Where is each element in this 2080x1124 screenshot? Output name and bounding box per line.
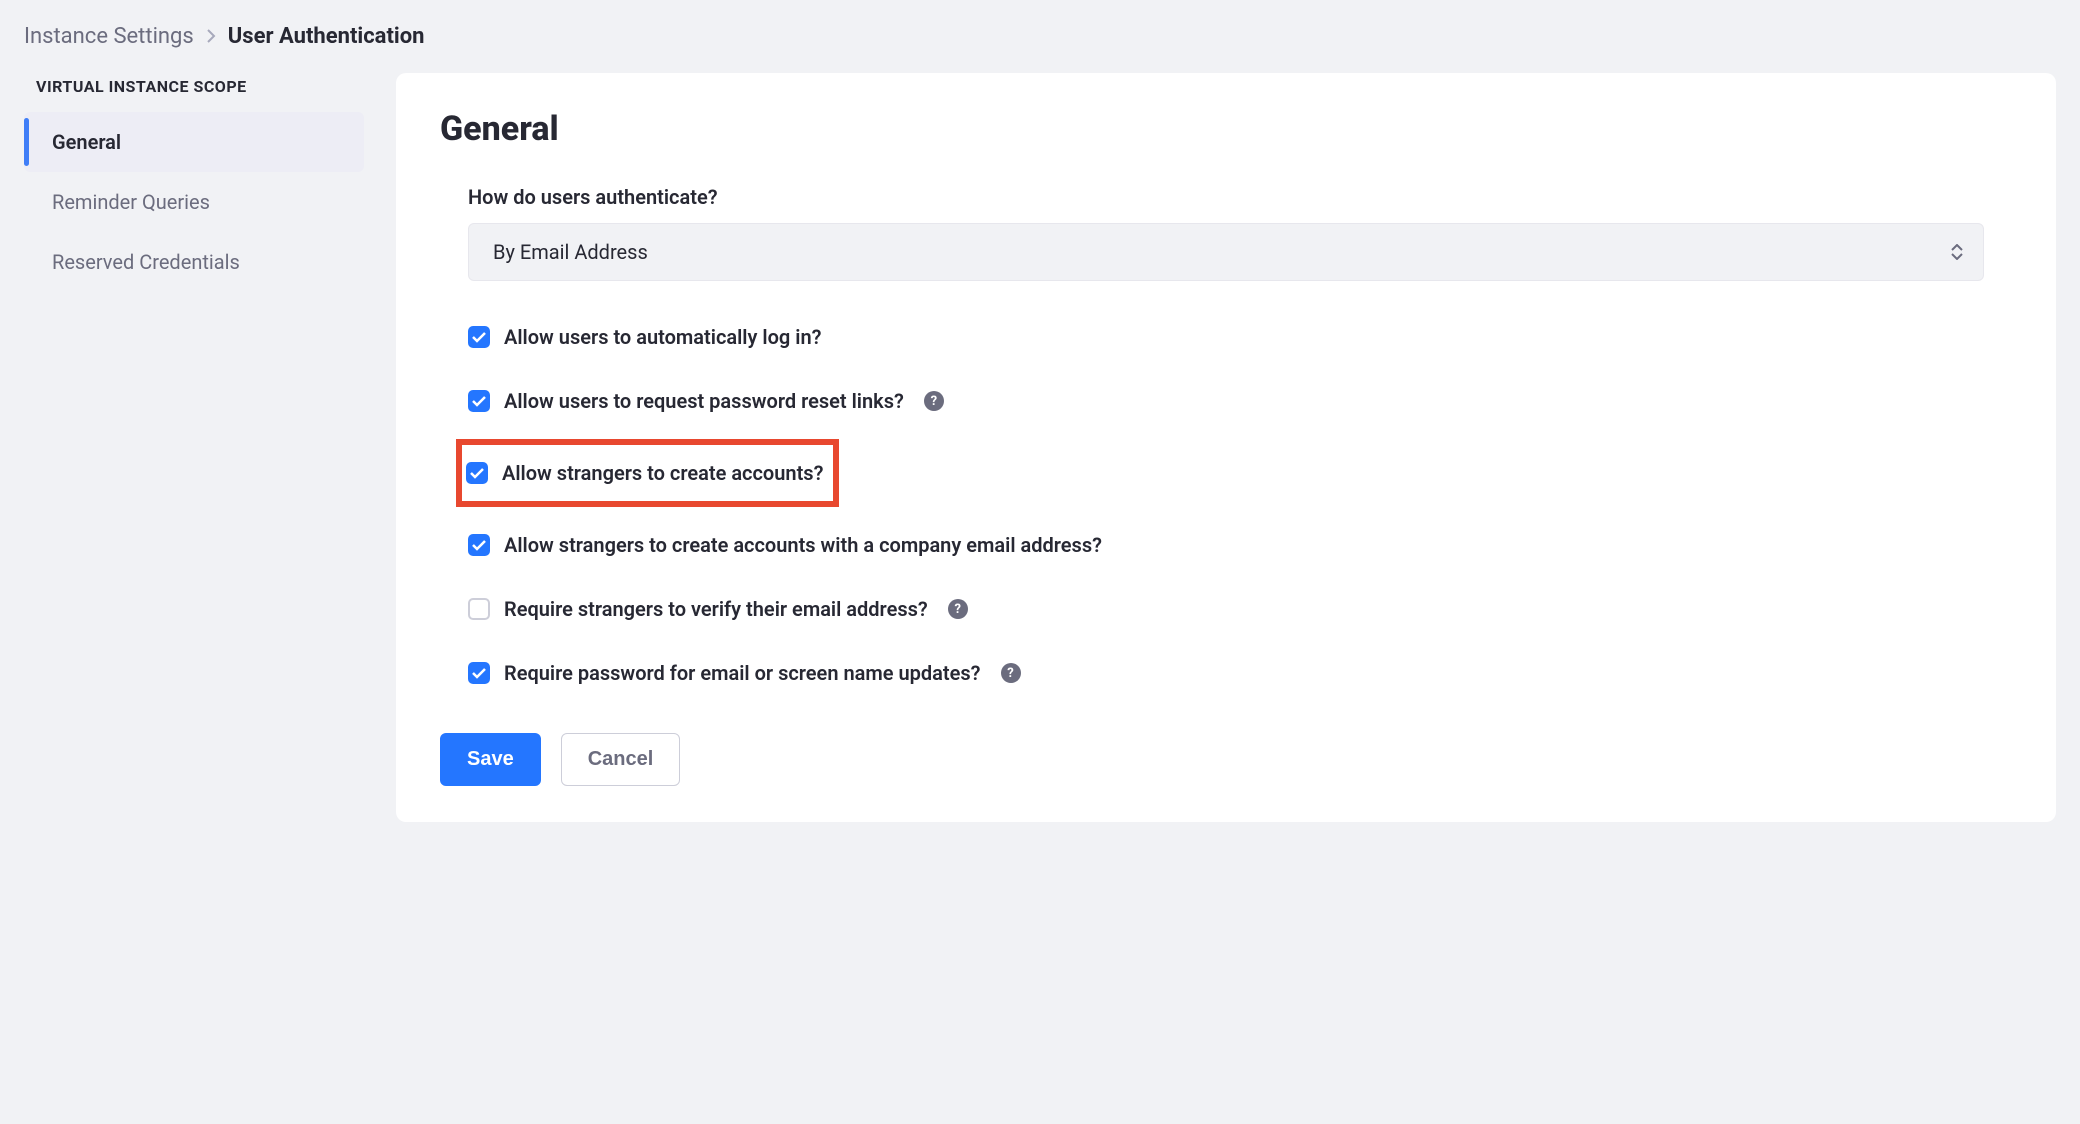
checkbox-label-1[interactable]: Allow users to request password reset li… <box>504 389 904 413</box>
checkbox-label-0[interactable]: Allow users to automatically log in? <box>504 325 821 349</box>
sidebar: VIRTUAL INSTANCE SCOPE General Reminder … <box>24 73 364 292</box>
checkbox-row-1: Allow users to request password reset li… <box>468 381 1984 421</box>
checkbox-label-5[interactable]: Require password for email or screen nam… <box>504 661 981 685</box>
cancel-button[interactable]: Cancel <box>561 733 681 786</box>
settings-panel: General How do users authenticate? By Em… <box>396 73 2056 822</box>
auth-method-selected: By Email Address <box>493 240 648 264</box>
sidebar-item-reminder-queries[interactable]: Reminder Queries <box>24 172 364 232</box>
help-icon[interactable]: ? <box>948 599 968 619</box>
checkbox-label-2[interactable]: Allow strangers to create accounts? <box>502 461 823 485</box>
checkbox-3[interactable] <box>468 534 490 556</box>
auth-method-select[interactable]: By Email Address <box>468 223 1984 281</box>
auth-method-label: How do users authenticate? <box>468 185 1984 209</box>
sidebar-item-reserved-credentials[interactable]: Reserved Credentials <box>24 232 364 292</box>
checkbox-label-3[interactable]: Allow strangers to create accounts with … <box>504 533 1102 557</box>
breadcrumb-parent[interactable]: Instance Settings <box>24 24 194 49</box>
checkbox-row-5: Require password for email or screen nam… <box>468 653 1984 693</box>
page-title: General <box>440 109 2012 149</box>
checkbox-row-2: Allow strangers to create accounts? <box>462 445 833 501</box>
checkbox-1[interactable] <box>468 390 490 412</box>
checkbox-5[interactable] <box>468 662 490 684</box>
checkbox-row-4: Require strangers to verify their email … <box>468 589 1984 629</box>
save-button[interactable]: Save <box>440 733 541 786</box>
select-caret-icon <box>1951 244 1963 260</box>
sidebar-item-general[interactable]: General <box>24 112 364 172</box>
checkbox-2[interactable] <box>466 462 488 484</box>
checkbox-0[interactable] <box>468 326 490 348</box>
help-icon[interactable]: ? <box>924 391 944 411</box>
help-icon[interactable]: ? <box>1001 663 1021 683</box>
breadcrumb-current: User Authentication <box>228 24 425 49</box>
checkbox-row-3: Allow strangers to create accounts with … <box>468 525 1984 565</box>
chevron-right-icon <box>206 24 216 49</box>
checkbox-row-0: Allow users to automatically log in? <box>468 317 1984 357</box>
sidebar-heading: VIRTUAL INSTANCE SCOPE <box>24 73 364 112</box>
breadcrumb: Instance Settings User Authentication <box>24 24 2056 49</box>
checkbox-4[interactable] <box>468 598 490 620</box>
checkbox-label-4[interactable]: Require strangers to verify their email … <box>504 597 928 621</box>
